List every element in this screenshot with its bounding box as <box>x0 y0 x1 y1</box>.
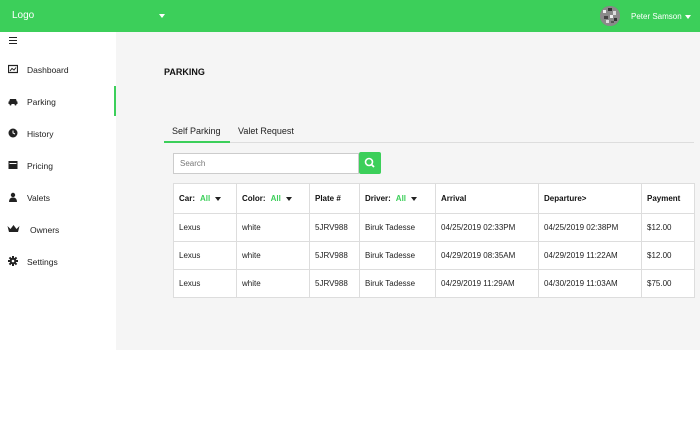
sidebar-item-label: Parking <box>27 97 56 107</box>
user-icon <box>8 192 18 202</box>
crown-icon <box>7 224 20 234</box>
sidebar-item-dashboard[interactable]: Dashboard <box>0 54 116 84</box>
gear-icon <box>8 256 18 266</box>
sidebar-item-label: Valets <box>27 193 50 203</box>
sidebar-item-owners[interactable]: Owners <box>0 214 116 244</box>
cell-color: white <box>236 241 310 270</box>
sidebar-item-label: History <box>27 129 54 139</box>
sidebar-item-pricing[interactable]: Pricing <box>0 150 116 180</box>
cell-payment: $12.00 <box>641 241 695 270</box>
search-icon <box>364 157 375 168</box>
sidebar-item-settings[interactable]: Settings <box>0 246 116 276</box>
hamburger-menu-icon[interactable] <box>9 37 17 45</box>
table-row[interactable]: Lexus white 5JRV988 Biruk Tadesse 04/29/… <box>173 269 695 298</box>
column-header-color[interactable]: Color: All <box>236 183 310 214</box>
column-header-arrival[interactable]: Arrival <box>435 183 539 214</box>
sidebar-item-valets[interactable]: Valets <box>0 182 116 212</box>
top-bar: Logo Peter Samson <box>0 0 700 32</box>
cell-car: Lexus <box>173 213 237 242</box>
chevron-down-icon[interactable] <box>411 196 418 201</box>
tab-bar: Self Parking Valet Request <box>164 121 694 143</box>
cell-departure: 04/30/2019 11:03AM <box>538 269 642 298</box>
cell-payment: $75.00 <box>641 269 695 298</box>
cell-driver: Biruk Tadesse <box>359 213 436 242</box>
car-icon <box>8 96 18 106</box>
page-title: PARKING <box>164 67 205 77</box>
cell-plate: 5JRV988 <box>309 213 360 242</box>
sidebar-item-parking[interactable]: Parking <box>0 86 116 116</box>
column-header-departure[interactable]: Departure> <box>538 183 642 214</box>
cell-car: Lexus <box>173 241 237 270</box>
color-filter[interactable]: All <box>271 194 281 203</box>
chevron-down-icon[interactable] <box>215 196 222 201</box>
cell-driver: Biruk Tadesse <box>359 241 436 270</box>
cell-color: white <box>236 269 310 298</box>
cell-color: white <box>236 213 310 242</box>
user-name[interactable]: Peter Samson <box>631 12 682 21</box>
cell-payment: $12.00 <box>641 213 695 242</box>
table-row[interactable]: Lexus white 5JRV988 Biruk Tadesse 04/25/… <box>173 213 695 242</box>
clock-icon <box>8 128 18 138</box>
cell-arrival: 04/25/2019 02:33PM <box>435 213 539 242</box>
tab-valet-request[interactable]: Valet Request <box>238 121 308 143</box>
parking-table: Car: All Color: All Plate # Driver: All Arr… <box>173 183 695 298</box>
logo-dropdown-icon[interactable] <box>159 14 165 18</box>
column-header-driver[interactable]: Driver: All <box>359 183 436 214</box>
cell-arrival: 04/29/2019 08:35AM <box>435 241 539 270</box>
cell-departure: 04/25/2019 02:38PM <box>538 213 642 242</box>
dashboard-icon <box>7 64 19 74</box>
search-input[interactable] <box>173 153 359 174</box>
cell-car: Lexus <box>173 269 237 298</box>
sidebar-item-label: Owners <box>30 225 60 235</box>
sidebar-item-label: Pricing <box>27 161 53 171</box>
column-header-payment[interactable]: Payment <box>641 183 695 214</box>
cell-departure: 04/29/2019 11:22AM <box>538 241 642 270</box>
table-row[interactable]: Lexus white 5JRV988 Biruk Tadesse 04/29/… <box>173 241 695 270</box>
cell-arrival: 04/29/2019 11:29AM <box>435 269 539 298</box>
cell-driver: Biruk Tadesse <box>359 269 436 298</box>
driver-filter[interactable]: All <box>396 194 406 203</box>
sidebar-item-label: Settings <box>27 257 58 267</box>
logo[interactable]: Logo <box>12 10 34 21</box>
chevron-down-icon[interactable] <box>285 196 292 201</box>
cell-plate: 5JRV988 <box>309 269 360 298</box>
table-header-row: Car: All Color: All Plate # Driver: All Arr… <box>173 183 695 214</box>
avatar[interactable] <box>600 6 620 26</box>
user-menu-chevron-icon[interactable] <box>685 15 691 19</box>
pricing-icon <box>8 160 18 170</box>
column-header-car[interactable]: Car: All <box>173 183 237 214</box>
sidebar-item-label: Dashboard <box>27 65 69 75</box>
footer-area <box>0 350 700 435</box>
sidebar: Dashboard Parking History Pricing Valets… <box>0 32 116 350</box>
tab-self-parking[interactable]: Self Parking <box>164 121 230 143</box>
sidebar-item-history[interactable]: History <box>0 118 116 148</box>
cell-plate: 5JRV988 <box>309 241 360 270</box>
search-button[interactable] <box>359 152 381 174</box>
column-header-plate: Plate # <box>309 183 360 214</box>
car-filter[interactable]: All <box>200 194 210 203</box>
